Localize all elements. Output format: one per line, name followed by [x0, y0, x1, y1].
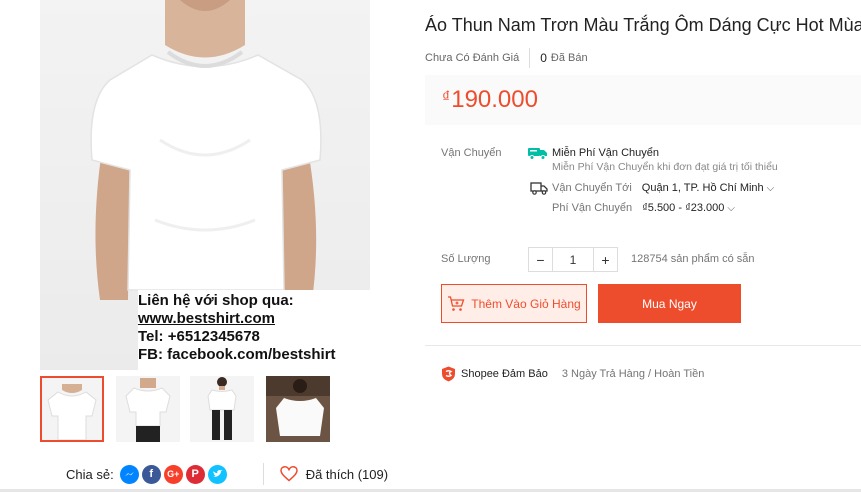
overlay-website: www.bestshirt.com	[138, 310, 275, 327]
messenger-icon[interactable]	[119, 464, 139, 484]
sold-count: 0	[540, 51, 547, 65]
price-box: ₫190.000	[425, 75, 861, 125]
pinterest-icon[interactable]: P	[185, 464, 205, 484]
sold-label: Đã Bán	[550, 52, 588, 64]
product-price: ₫190.000	[442, 86, 538, 114]
rating-text[interactable]: Chưa Có Đánh Giá	[425, 52, 519, 64]
product-title: Áo Thun Nam Trơn Màu Trắng Ôm Dáng Cực H…	[425, 15, 861, 35]
thumbnail-3[interactable]	[190, 376, 254, 442]
free-shipping-title: Miễn Phí Vận Chuyển	[552, 147, 660, 159]
shipping-label: Vận Chuyển	[441, 147, 502, 159]
chevron-down-icon: ⌵	[727, 202, 735, 214]
contact-overlay: Liên hệ với shop qua: www.bestshirt.com …	[138, 290, 370, 370]
buy-now-button[interactable]: Mua Ngay	[598, 284, 741, 323]
heart-icon	[279, 466, 298, 482]
facebook-icon[interactable]: f	[141, 464, 161, 484]
free-shipping-truck-icon	[528, 148, 547, 160]
main-product-image[interactable]: Liên hệ với shop qua: www.bestshirt.com …	[40, 0, 370, 370]
price-value: 190.000	[451, 86, 538, 113]
free-shipping-row: Miễn Phí Vận Chuyển	[528, 146, 659, 160]
ship-to-row: Vận Chuyển Tới Quận 1, TP. Hồ Chí Minh ⌵	[530, 181, 774, 195]
google-plus-icon[interactable]: G+	[163, 464, 183, 484]
product-meta: Chưa Có Đánh Giá 0 Đã Bán	[425, 48, 588, 68]
cart-plus-icon	[448, 295, 465, 311]
quantity-stepper: − 1 +	[528, 247, 618, 272]
truck-icon	[530, 182, 548, 195]
stock-count: 128754 sản phẩm có sẵn	[631, 253, 755, 265]
overlay-phone: Tel: +6512345678	[138, 328, 260, 345]
quantity-input[interactable]: 1	[553, 247, 593, 272]
quantity-decrease-button[interactable]: −	[528, 247, 553, 272]
quantity-increase-button[interactable]: +	[593, 247, 618, 272]
guarantee-title: Shopee Đảm Bảo	[461, 368, 548, 380]
shield-icon	[442, 366, 455, 382]
ship-to-value: Quận 1, TP. Hồ Chí Minh	[641, 182, 764, 194]
ship-fee-row: Phí Vận Chuyển ₫5.500 - ₫23.000 ⌵	[552, 202, 735, 214]
twitter-icon[interactable]	[207, 464, 227, 484]
ship-to-label: Vận Chuyển Tới	[552, 182, 632, 194]
ship-fee-label: Phí Vận Chuyển	[552, 202, 633, 214]
ship-to-dropdown[interactable]: Quận 1, TP. Hồ Chí Minh ⌵	[642, 182, 774, 194]
like-button[interactable]: Đã thích (109)	[279, 466, 389, 482]
chevron-down-icon: ⌵	[766, 182, 775, 194]
thumbnail-1[interactable]	[40, 376, 104, 442]
share-label: Chia sẻ:	[66, 466, 114, 482]
currency-symbol: ₫	[442, 89, 451, 106]
free-shipping-desc: Miễn Phí Vận Chuyển khi đơn đạt giá trị …	[552, 161, 778, 173]
share-divider	[262, 463, 264, 485]
add-to-cart-label: Thêm Vào Giỏ Hàng	[471, 296, 581, 311]
ship-fee-dropdown[interactable]: ₫5.500 - ₫23.000 ⌵	[642, 202, 735, 214]
overlay-line-1: Liên hệ với shop qua:	[138, 292, 294, 309]
thumbnail-2[interactable]	[116, 376, 180, 442]
liked-count: Đã thích (109)	[305, 466, 389, 482]
shopee-guarantee[interactable]: Shopee Đảm Bảo 3 Ngày Trả Hàng / Hoàn Ti…	[441, 366, 704, 382]
section-divider	[425, 345, 861, 346]
add-to-cart-button[interactable]: Thêm Vào Giỏ Hàng	[441, 284, 587, 323]
quantity-label: Số Lượng	[441, 253, 491, 265]
meta-divider	[529, 48, 531, 68]
guarantee-desc: 3 Ngày Trả Hàng / Hoàn Tiền	[561, 368, 705, 380]
share-row: Chia sẻ: f G+ P Đã thích (109)	[66, 462, 388, 486]
overlay-facebook: FB: facebook.com/bestshirt	[138, 346, 336, 363]
ship-fee-value: ₫5.500 - ₫23.000	[642, 202, 725, 214]
thumbnail-4[interactable]	[266, 376, 330, 442]
